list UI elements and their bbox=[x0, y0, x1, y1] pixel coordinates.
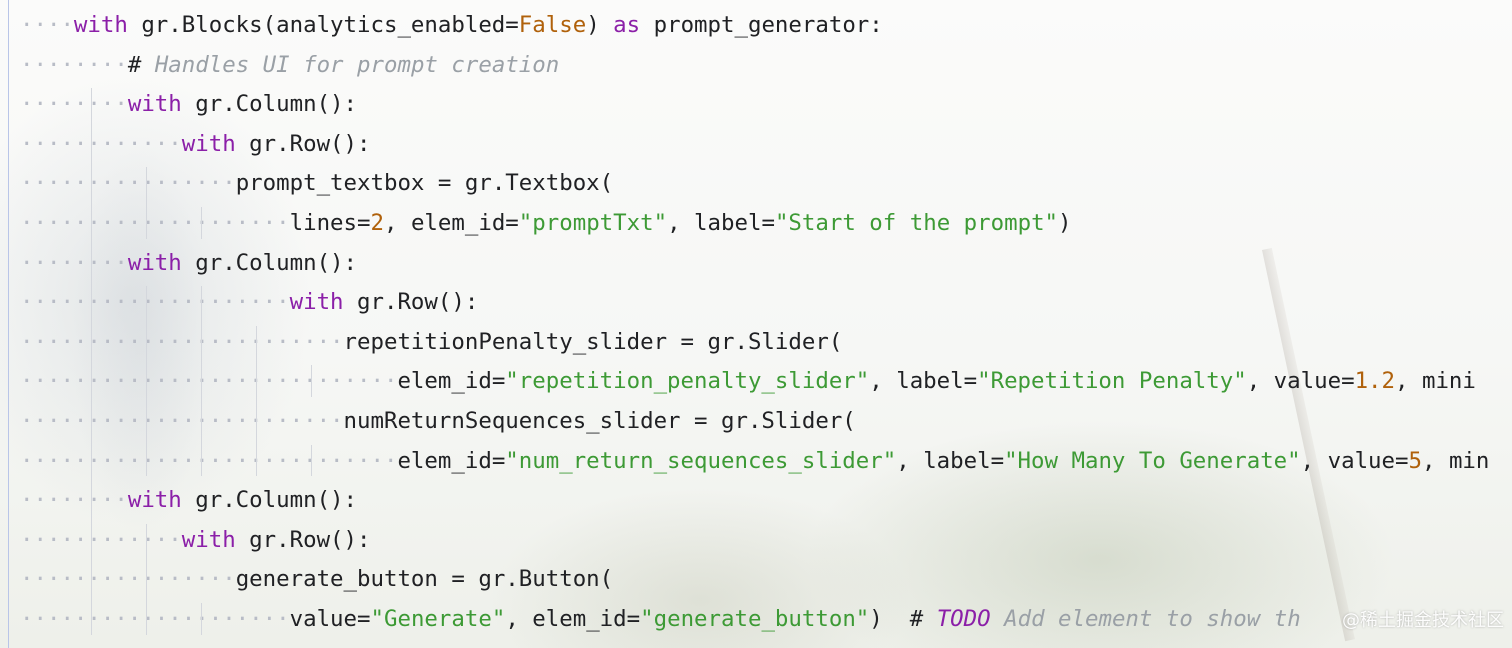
code-token-plain: elem_id= bbox=[397, 368, 506, 395]
code-token-plain: , mini bbox=[1395, 368, 1476, 395]
indent-whitespace-dots: ···················· bbox=[20, 606, 290, 632]
code-token-plain: prompt_generator: bbox=[640, 12, 883, 38]
code-line[interactable]: ············with gr.Row(): bbox=[20, 124, 371, 164]
indent-guide bbox=[146, 523, 147, 635]
code-token-plain: value= bbox=[289, 606, 371, 632]
code-token-kw: with bbox=[181, 130, 236, 157]
code-token-plain: , label= bbox=[869, 368, 978, 395]
code-token-str: "promptTxt" bbox=[518, 210, 668, 236]
indent-whitespace-dots: ···················· bbox=[20, 289, 290, 316]
indent-whitespace-dots: ········ bbox=[20, 91, 128, 118]
code-token-plain: gr.Blocks(analytics_enabled= bbox=[127, 12, 519, 38]
code-token-plain: ) bbox=[586, 12, 614, 38]
code-token-plain: repetitionPenalty_slider = gr.Slider( bbox=[343, 328, 843, 355]
indent-guide bbox=[256, 325, 257, 477]
code-line[interactable]: ········# Handles UI for prompt creation bbox=[20, 45, 559, 85]
code-token-plain: , value= bbox=[1300, 447, 1409, 474]
code-line[interactable]: ················generate_button = gr.But… bbox=[20, 559, 613, 599]
indent-whitespace-dots: ········ bbox=[20, 249, 128, 276]
code-token-plain: gr.Column(): bbox=[181, 487, 358, 514]
code-line[interactable]: ············with gr.Row(): bbox=[20, 520, 371, 560]
code-token-plain: # bbox=[127, 51, 155, 78]
code-token-plain: , label= bbox=[896, 447, 1005, 474]
code-token-cm: Add element to show th bbox=[990, 606, 1301, 632]
code-token-kw: as bbox=[613, 12, 641, 38]
code-token-kw: with bbox=[127, 91, 182, 118]
indent-guide bbox=[311, 444, 312, 477]
code-token-cm: Handles UI for prompt creation bbox=[154, 51, 560, 78]
indent-whitespace-dots: ················ bbox=[20, 170, 236, 197]
code-line[interactable]: ····with gr.Blocks(analytics_enabled=Fal… bbox=[20, 5, 883, 45]
code-token-kw: with bbox=[289, 289, 344, 316]
code-line[interactable]: ························repetitionPenalt… bbox=[20, 322, 842, 362]
watermark: @稀土掘金技术社区 bbox=[1342, 610, 1504, 631]
code-token-plain: gr.Row(): bbox=[235, 130, 371, 157]
code-token-str: "Repetition Penalty" bbox=[977, 368, 1247, 395]
indent-whitespace-dots: ···························· bbox=[20, 447, 398, 474]
code-token-num: 1.2 bbox=[1354, 368, 1396, 395]
code-token-kw: with bbox=[127, 487, 182, 514]
code-token-num: 2 bbox=[370, 210, 384, 236]
code-token-plain: , elem_id= bbox=[505, 606, 641, 632]
code-token-plain: generate_button = gr.Button( bbox=[235, 566, 614, 593]
code-line[interactable]: ········with gr.Column(): bbox=[20, 84, 357, 124]
code-token-plain: gr.Row(): bbox=[235, 526, 371, 553]
indent-whitespace-dots: ························ bbox=[20, 408, 344, 434]
code-line[interactable]: ····················lines=2, elem_id="pr… bbox=[20, 203, 1072, 243]
code-line[interactable]: ········with gr.Column(): bbox=[20, 243, 357, 283]
code-token-str: "How Many To Generate" bbox=[1004, 447, 1301, 474]
code-token-str: "Generate" bbox=[370, 606, 506, 632]
code-editor[interactable]: ····with gr.Blocks(analytics_enabled=Fal… bbox=[0, 0, 1512, 648]
code-token-plain: , elem_id= bbox=[383, 210, 519, 236]
code-line[interactable]: ····························elem_id="rep… bbox=[20, 361, 1476, 401]
code-token-plain: gr.Row(): bbox=[343, 289, 479, 316]
indent-guide bbox=[311, 365, 312, 397]
indent-guide bbox=[146, 286, 147, 477]
indent-whitespace-dots: ········ bbox=[20, 487, 128, 514]
code-token-str: "repetition_penalty_slider" bbox=[505, 368, 870, 395]
indent-whitespace-dots: ············ bbox=[20, 130, 182, 157]
code-token-str: "generate_button" bbox=[640, 606, 870, 632]
code-token-plain: elem_id= bbox=[397, 447, 506, 474]
indent-whitespace-dots: ················ bbox=[20, 566, 236, 593]
code-token-plain: gr.Column(): bbox=[181, 249, 358, 276]
indent-whitespace-dots: ···················· bbox=[20, 210, 290, 236]
indent-whitespace-dots: ············ bbox=[20, 526, 182, 553]
code-token-str: "num_return_sequences_slider" bbox=[505, 447, 897, 474]
code-token-plain: , value= bbox=[1246, 368, 1355, 395]
code-token-plain: numReturnSequences_slider = gr.Slider( bbox=[343, 408, 856, 434]
indent-guide bbox=[201, 603, 202, 635]
code-line[interactable]: ········with gr.Column(): bbox=[20, 480, 357, 520]
indent-guide bbox=[91, 88, 92, 635]
code-token-str: "Start of the prompt" bbox=[774, 210, 1059, 236]
code-token-plain: gr.Column(): bbox=[181, 91, 358, 118]
indent-guide bbox=[146, 167, 147, 239]
code-token-kw: with bbox=[127, 249, 182, 276]
code-token-plain: , min bbox=[1421, 447, 1490, 474]
indent-whitespace-dots: ························ bbox=[20, 328, 344, 355]
code-line[interactable]: ····························elem_id="num… bbox=[20, 441, 1489, 481]
indent-whitespace-dots: ···· bbox=[20, 12, 74, 38]
code-line[interactable]: ················prompt_textbox = gr.Text… bbox=[20, 163, 613, 203]
code-line[interactable]: ····················value="Generate", el… bbox=[20, 599, 1301, 639]
code-token-plain: ) bbox=[1058, 210, 1072, 236]
code-token-kw: with bbox=[181, 526, 236, 553]
indent-guide bbox=[201, 286, 202, 477]
code-token-todo: TODO bbox=[936, 606, 991, 632]
indent-whitespace-dots: ···························· bbox=[20, 368, 398, 395]
indent-guide bbox=[201, 207, 202, 239]
code-line[interactable]: ····················with gr.Row(): bbox=[20, 282, 478, 322]
code-token-kw: with bbox=[73, 12, 128, 38]
indent-whitespace-dots: ········ bbox=[20, 51, 128, 78]
code-token-plain: lines= bbox=[289, 210, 371, 236]
code-token-num: 5 bbox=[1408, 447, 1422, 474]
code-token-plain: ) # bbox=[869, 606, 937, 632]
code-token-plain: , label= bbox=[667, 210, 775, 236]
code-token-num: False bbox=[518, 12, 587, 38]
code-token-plain: prompt_textbox = gr.Textbox( bbox=[235, 170, 614, 197]
